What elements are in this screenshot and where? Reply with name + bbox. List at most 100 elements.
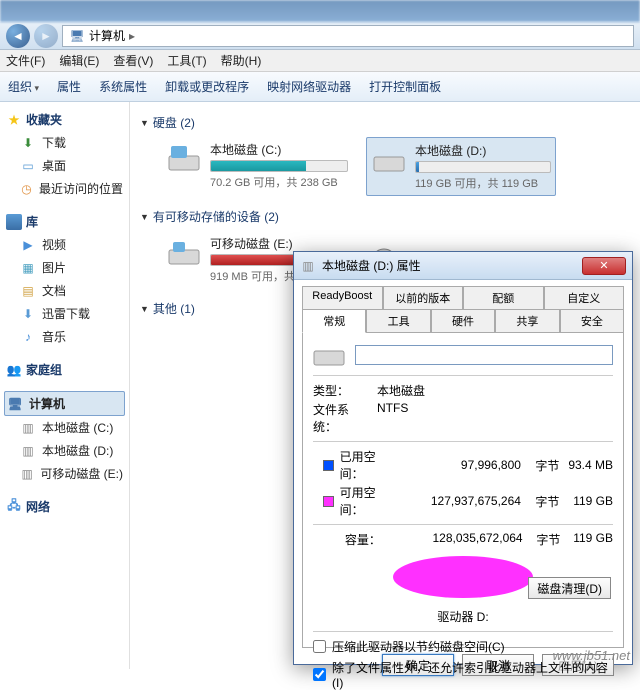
menu-bar: 文件(F) 编辑(E) 查看(V) 工具(T) 帮助(H) — [0, 50, 640, 72]
drive-text: 119 GB 可用，共 119 GB — [415, 175, 551, 191]
toolbar-properties[interactable]: 属性 — [57, 78, 81, 95]
drive-label-input[interactable] — [355, 345, 613, 365]
sidebar-item-downloads[interactable]: ⬇下载 — [4, 131, 125, 154]
sidebar-item-recent[interactable]: ◷最近访问的位置 — [4, 177, 125, 200]
category-hdd[interactable]: ▼硬盘 (2) — [140, 114, 630, 131]
breadcrumb[interactable]: 🖥 计算机 ▸ — [62, 25, 634, 47]
toolbar-mapnet[interactable]: 映射网络驱动器 — [267, 78, 351, 95]
menu-view[interactable]: 查看(V) — [113, 52, 153, 69]
free-bytes: 127,937,675,264 — [397, 494, 521, 508]
removable-icon: ▥ — [20, 466, 34, 482]
free-label: 可用空间： — [340, 484, 391, 518]
tab-security[interactable]: 安全 — [560, 309, 624, 333]
sidebar-item-desktop[interactable]: ▭桌面 — [4, 154, 125, 177]
sidebar-favorites-header[interactable]: ★收藏夹 — [4, 108, 125, 131]
dialog-title: 本地磁盘 (D:) 属性 — [322, 257, 576, 274]
watermark: www.jb51.net — [553, 648, 630, 663]
dialog-titlebar[interactable]: ▥ 本地磁盘 (D:) 属性 ✕ — [294, 252, 632, 280]
type-key: 类型： — [313, 382, 369, 399]
drive-name: 本地磁盘 (D:) — [415, 142, 551, 159]
library-icon — [6, 214, 22, 230]
hdd-icon — [166, 141, 202, 177]
homegroup-icon: 👥 — [6, 362, 22, 378]
sidebar-network-header[interactable]: 🖧网络 — [4, 495, 125, 518]
hdd-icon: ▥ — [20, 420, 36, 436]
cap-human: 119 GB — [566, 531, 613, 548]
breadcrumb-location: 计算机 — [89, 27, 125, 44]
sidebar-computer-header[interactable]: 🖥计算机 — [4, 391, 125, 416]
drive-d[interactable]: 本地磁盘 (D:) 119 GB 可用，共 119 GB — [366, 137, 556, 196]
tab-tools[interactable]: 工具 — [366, 309, 430, 333]
toolbar-uninstall[interactable]: 卸载或更改程序 — [165, 78, 249, 95]
tab-hardware[interactable]: 硬件 — [431, 309, 495, 333]
free-color-swatch — [323, 496, 334, 507]
drive-name: 本地磁盘 (C:) — [210, 141, 348, 158]
picture-icon: ▦ — [20, 260, 36, 276]
used-color-swatch — [323, 460, 334, 471]
index-checkbox[interactable] — [313, 668, 326, 681]
hdd-icon — [371, 142, 407, 178]
collapse-icon: ▼ — [140, 304, 149, 314]
sidebar-item-drive-e[interactable]: ▥可移动磁盘 (E:) — [4, 462, 125, 485]
menu-help[interactable]: 帮助(H) — [221, 52, 262, 69]
sidebar-item-music[interactable]: ♪音乐 — [4, 325, 125, 348]
computer-icon: 🖥 — [69, 28, 85, 44]
usage-bar — [210, 160, 348, 172]
menu-edit[interactable]: 编辑(E) — [59, 52, 99, 69]
menu-file[interactable]: 文件(F) — [6, 52, 45, 69]
used-bytes: 97,996,800 — [397, 458, 521, 472]
used-unit: 字节 — [527, 457, 559, 474]
tab-sharing[interactable]: 共享 — [495, 309, 559, 333]
tab-row-top: ReadyBoost 以前的版本 配额 自定义 — [302, 286, 624, 309]
toolbar-sysprops[interactable]: 系统属性 — [99, 78, 147, 95]
sidebar-item-drive-d[interactable]: ▥本地磁盘 (D:) — [4, 439, 125, 462]
desktop-icon: ▭ — [20, 158, 36, 174]
star-icon: ★ — [6, 112, 22, 128]
menu-tools[interactable]: 工具(T) — [167, 52, 206, 69]
sidebar-item-drive-c[interactable]: ▥本地磁盘 (C:) — [4, 416, 125, 439]
nav-forward-button[interactable]: ► — [34, 24, 58, 48]
network-icon: 🖧 — [6, 499, 22, 515]
sidebar-homegroup-header[interactable]: 👥家庭组 — [4, 358, 125, 381]
drive-text: 70.2 GB 可用，共 238 GB — [210, 174, 348, 190]
sidebar-item-videos[interactable]: ▶视频 — [4, 233, 125, 256]
used-label: 已用空间： — [340, 448, 391, 482]
usage-bar — [415, 161, 551, 173]
hdd-icon — [313, 343, 345, 367]
hdd-icon: ▥ — [300, 258, 316, 274]
cap-unit: 字节 — [529, 531, 561, 548]
category-removable[interactable]: ▼有可移动存储的设备 (2) — [140, 208, 630, 225]
free-human: 119 GB — [565, 494, 613, 508]
disk-cleanup-button[interactable]: 磁盘清理(D) — [528, 577, 611, 599]
taskbar-blur — [0, 0, 640, 22]
drive-name: 可移动磁盘 (E:) — [210, 235, 348, 252]
free-unit: 字节 — [527, 493, 559, 510]
sidebar-item-documents[interactable]: ▤文档 — [4, 279, 125, 302]
toolbar-organize[interactable]: 组织 — [8, 78, 39, 95]
tab-previous-versions[interactable]: 以前的版本 — [383, 286, 464, 309]
nav-back-button[interactable]: ◄ — [6, 24, 30, 48]
tab-customize[interactable]: 自定义 — [544, 286, 625, 309]
collapse-icon: ▼ — [140, 118, 149, 128]
type-value: 本地磁盘 — [377, 382, 425, 399]
compress-checkbox[interactable] — [313, 640, 326, 653]
sidebar: ★收藏夹 ⬇下载 ▭桌面 ◷最近访问的位置 库 ▶视频 ▦图片 ▤文档 ⬇迅雷下… — [0, 102, 130, 669]
tab-general[interactable]: 常规 — [302, 309, 366, 333]
hdd-icon: ▥ — [20, 443, 36, 459]
recent-icon: ◷ — [20, 181, 33, 197]
collapse-icon: ▼ — [140, 212, 149, 222]
cap-bytes: 128,035,672,064 — [401, 531, 522, 548]
tab-readyboost[interactable]: ReadyBoost — [302, 286, 383, 309]
sidebar-libraries-header[interactable]: 库 — [4, 210, 125, 233]
computer-icon: 🖥 — [7, 396, 23, 412]
sidebar-item-xunlei[interactable]: ⬇迅雷下载 — [4, 302, 125, 325]
sidebar-item-pictures[interactable]: ▦图片 — [4, 256, 125, 279]
tab-quota[interactable]: 配额 — [463, 286, 544, 309]
address-bar: ◄ ► 🖥 计算机 ▸ — [0, 22, 640, 50]
index-checkbox-row[interactable]: 除了文件属性外，还允许索引此驱动器上文件的内容(I) — [313, 659, 613, 690]
close-button[interactable]: ✕ — [582, 257, 626, 275]
drive-c[interactable]: 本地磁盘 (C:) 70.2 GB 可用，共 238 GB — [162, 137, 352, 196]
video-icon: ▶ — [20, 237, 36, 253]
toolbar-controlpanel[interactable]: 打开控制面板 — [369, 78, 441, 95]
used-human: 93.4 MB — [565, 458, 613, 472]
